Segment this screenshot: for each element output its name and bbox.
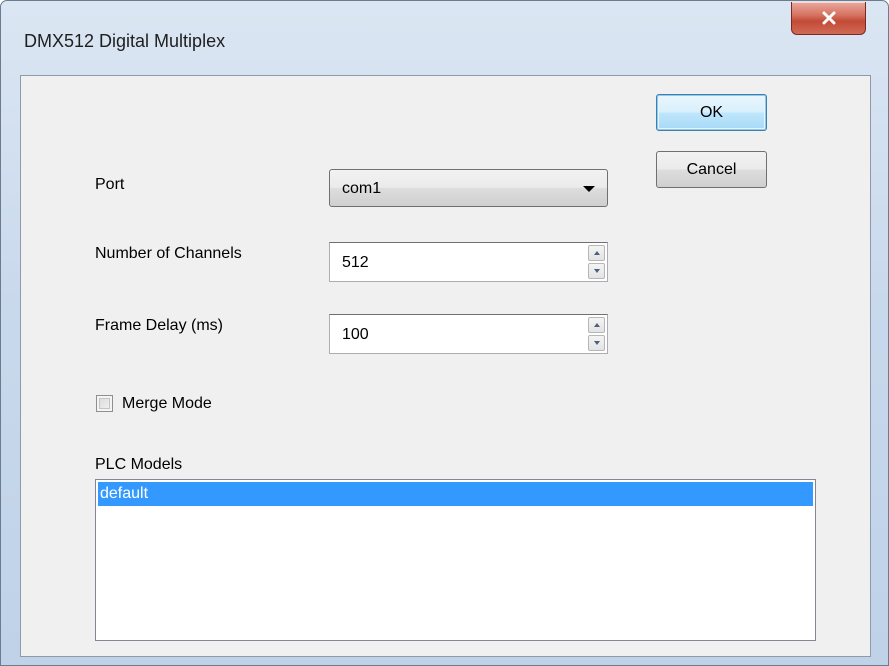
channels-increment-button[interactable] [588, 245, 605, 261]
dialog-window: DMX512 Digital Multiplex OK Cancel Port … [0, 0, 889, 666]
merge-mode-checkbox[interactable] [96, 395, 113, 412]
list-item[interactable]: default [98, 482, 813, 506]
channels-decrement-button[interactable] [588, 263, 605, 279]
close-button[interactable] [791, 2, 866, 35]
channels-value: 512 [342, 254, 369, 271]
plc-models-label: PLC Models [95, 456, 183, 473]
channels-spin-buttons [588, 245, 605, 279]
channels-label: Number of Channels [95, 245, 242, 262]
dialog-client-area: OK Cancel Port com1 Number of Channels 5… [20, 75, 871, 657]
window-title: DMX512 Digital Multiplex [24, 31, 226, 51]
merge-mode-label[interactable]: Merge Mode [122, 395, 212, 413]
ok-button[interactable]: OK [656, 94, 767, 131]
arrow-down-icon [594, 341, 600, 345]
arrow-down-icon [594, 269, 600, 273]
plc-models-list[interactable]: default [95, 479, 816, 641]
port-select-value: com1 [342, 180, 382, 197]
channels-spinbox[interactable]: 512 [329, 242, 608, 282]
frame-delay-spinbox[interactable]: 100 [329, 314, 608, 354]
port-select[interactable]: com1 [329, 169, 608, 207]
frame-delay-increment-button[interactable] [588, 317, 605, 333]
chevron-down-icon [583, 186, 595, 192]
frame-delay-label: Frame Delay (ms) [95, 317, 224, 334]
title-bar[interactable]: DMX512 Digital Multiplex [1, 1, 888, 75]
frame-delay-value: 100 [342, 326, 369, 343]
port-label: Port [95, 176, 125, 193]
close-x-icon [821, 11, 837, 25]
frame-delay-decrement-button[interactable] [588, 335, 605, 351]
cancel-button[interactable]: Cancel [656, 151, 767, 188]
arrow-up-icon [594, 251, 600, 255]
frame-delay-spin-buttons [588, 317, 605, 351]
arrow-up-icon [594, 323, 600, 327]
